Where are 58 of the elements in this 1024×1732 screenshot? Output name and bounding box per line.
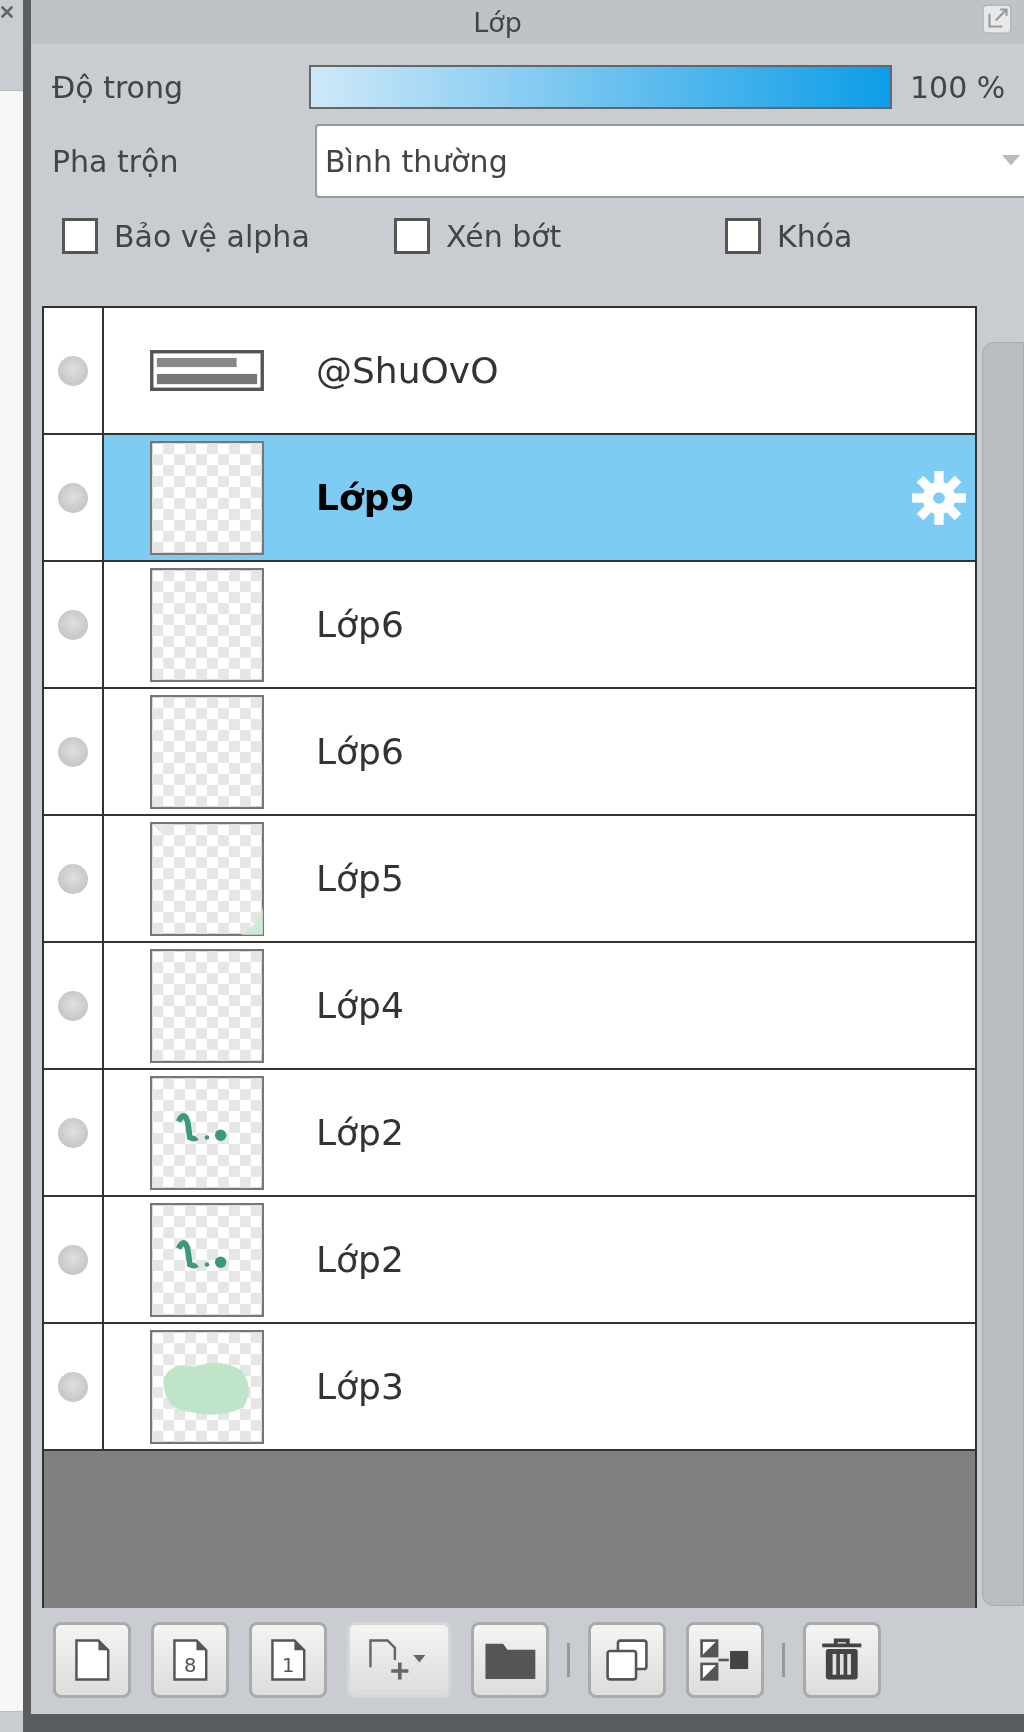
merge-icon: [699, 1638, 751, 1682]
checkbox[interactable]: [62, 218, 98, 254]
checkbox[interactable]: [725, 218, 761, 254]
layer-name: Lớp9: [316, 477, 416, 518]
duplicate-button[interactable]: [588, 1622, 666, 1698]
layer-row[interactable]: Lớp2: [44, 1197, 975, 1324]
checkbox-label: Xén bớt: [446, 218, 562, 254]
visibility-toggle[interactable]: [58, 736, 88, 767]
scrollbar[interactable]: [982, 342, 1024, 1606]
page-icon: 1: [269, 1638, 307, 1682]
panel-title: Lớp: [473, 6, 522, 38]
layer-name: Lớp4: [316, 985, 405, 1026]
layer-row[interactable]: Lớp6: [44, 689, 975, 816]
caret-icon: [1002, 155, 1020, 167]
page-icon: [73, 1638, 111, 1682]
visibility-toggle[interactable]: [58, 863, 88, 894]
layer-name: Lớp3: [316, 1366, 405, 1407]
settings-icon[interactable]: [911, 469, 967, 526]
opacity-slider[interactable]: [309, 65, 892, 109]
layer-row[interactable]: Lớp2: [44, 1070, 975, 1197]
layer-row[interactable]: Lớp3: [44, 1324, 975, 1451]
delete-button[interactable]: [803, 1622, 881, 1698]
layer-name: Lớp6: [316, 604, 405, 645]
new-folder-button[interactable]: [471, 1622, 549, 1698]
visibility-toggle[interactable]: [58, 1244, 88, 1275]
close-icon[interactable]: [0, 4, 14, 20]
copy-icon: [605, 1638, 649, 1682]
layer-row[interactable]: Lớp9: [44, 435, 975, 562]
page-icon: 8: [171, 1638, 209, 1682]
new-layer-button[interactable]: 8: [151, 1622, 229, 1698]
blend-dropdown[interactable]: Bình thường: [315, 124, 1024, 198]
opacity-label: Độ trong: [52, 69, 184, 105]
merge-button[interactable]: [686, 1622, 764, 1698]
blend-label: Pha trộn: [52, 143, 180, 179]
layer-row[interactable]: Lớp5: [44, 816, 975, 943]
checkbox[interactable]: [394, 218, 430, 254]
visibility-toggle[interactable]: [58, 482, 88, 513]
layer-row[interactable]: Lớp6: [44, 562, 975, 689]
layer-row[interactable]: @ShuOvO: [44, 308, 975, 435]
visibility-toggle[interactable]: [58, 990, 88, 1021]
checkbox-label: Khóa: [777, 218, 853, 254]
visibility-toggle[interactable]: [58, 1371, 88, 1402]
visibility-toggle[interactable]: [58, 609, 88, 640]
trash-icon: [821, 1638, 863, 1682]
checkbox-label: Bảo vệ alpha: [114, 218, 310, 254]
layer-name: @ShuOvO: [316, 350, 500, 391]
visibility-toggle[interactable]: [58, 355, 88, 386]
pop-out-icon[interactable]: [982, 2, 1014, 34]
new-layer-button[interactable]: 1: [249, 1622, 327, 1698]
layer-name: Lớp2: [316, 1239, 405, 1280]
visibility-toggle[interactable]: [58, 1117, 88, 1148]
layer-name: Lớp5: [316, 858, 405, 899]
add-layer-button[interactable]: [347, 1622, 451, 1698]
layer-name: Lớp2: [316, 1112, 405, 1153]
layer-row[interactable]: Lớp4: [44, 943, 975, 1070]
opacity-value: 100 %: [910, 69, 1006, 105]
new-layer-button[interactable]: [53, 1622, 131, 1698]
layer-name: Lớp6: [316, 731, 405, 772]
